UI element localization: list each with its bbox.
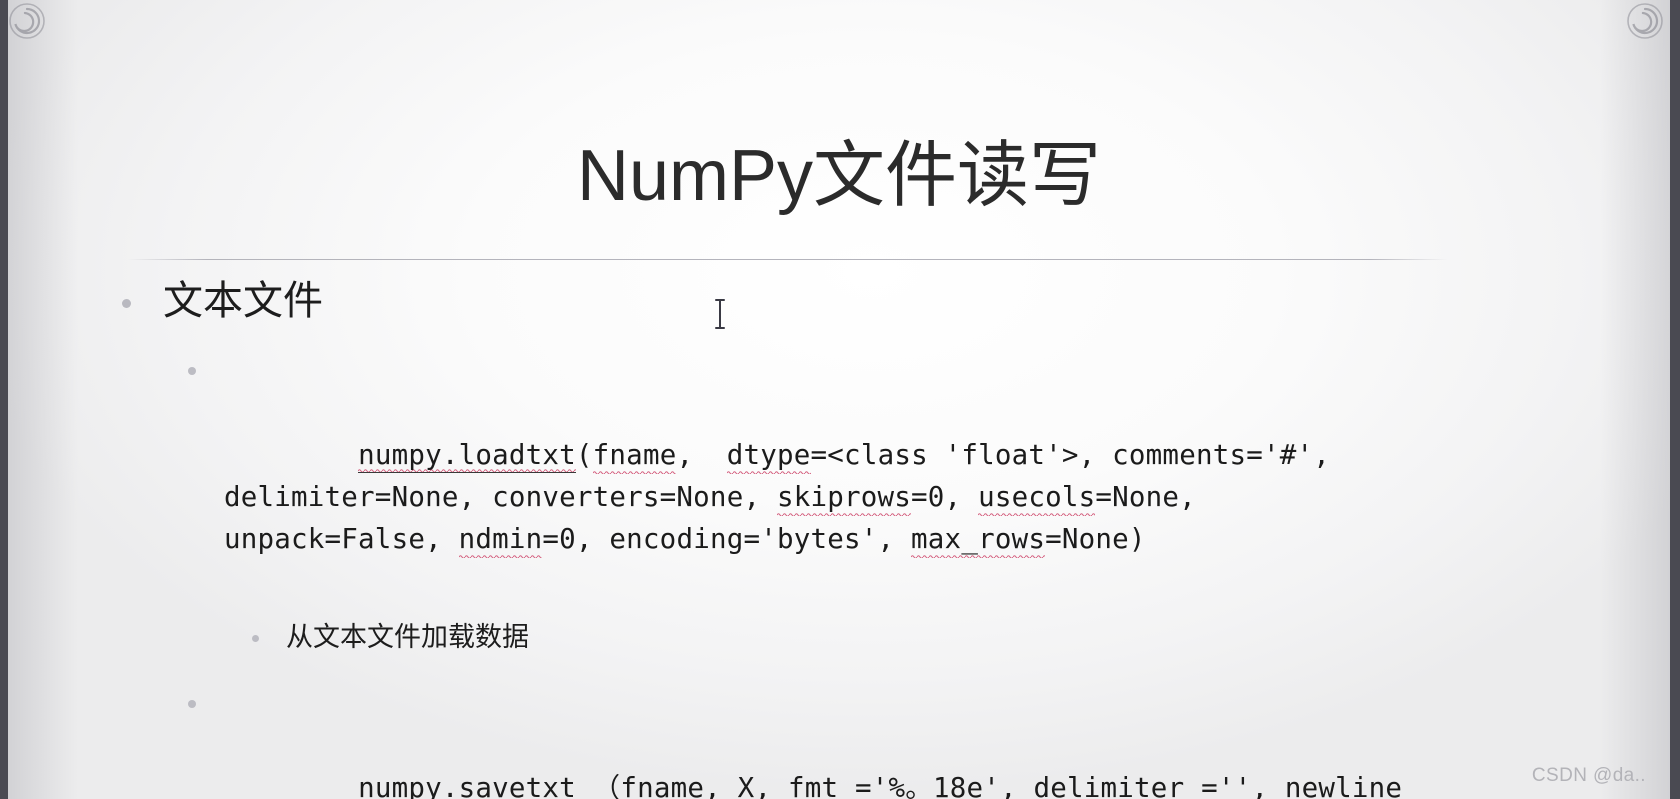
code-signature: numpy.savetxt （fname, X, fmt ='%。18e', d… [224, 772, 1402, 799]
bullet-label: 文本文件 [163, 279, 323, 323]
spiral-icon [8, 2, 48, 42]
video-player-frame: NumPy文件读写 文本文件 numpy.loadtxt(fname, dtyp… [0, 0, 1680, 799]
slide-body: 文本文件 numpy.loadtxt(fname, dtype=<class '… [8, 278, 1670, 799]
text-ibeam-cursor [713, 298, 727, 330]
title-divider [128, 259, 1448, 260]
bullet-text-file-heading: 文本文件 [8, 278, 1670, 324]
bullet-label: 从文本文件加载数据 [286, 622, 529, 652]
bullet-dot-icon [122, 299, 131, 308]
player-left-rail [0, 0, 8, 799]
bullet-dot-icon [252, 635, 259, 642]
code-signature: numpy.loadtxt(fname, dtype=<class 'float… [224, 439, 1330, 558]
presentation-slide: NumPy文件读写 文本文件 numpy.loadtxt(fname, dtyp… [8, 0, 1670, 799]
bullet-dot-icon [188, 700, 196, 709]
bullet-loadtxt-signature: numpy.loadtxt(fname, dtype=<class 'float… [8, 350, 1670, 602]
bullet-dot-icon [188, 367, 196, 375]
spiral-icon [1626, 2, 1666, 42]
slide-title: NumPy文件读写 [576, 136, 1102, 216]
bullet-loadtxt-description: 从文本文件加载数据 [8, 620, 1670, 655]
csdn-watermark: CSDN @da.. [1531, 765, 1646, 786]
player-right-rail [1670, 0, 1680, 799]
bullet-savetxt-signature: numpy.savetxt （fname, X, fmt ='%。18e', d… [8, 683, 1670, 799]
